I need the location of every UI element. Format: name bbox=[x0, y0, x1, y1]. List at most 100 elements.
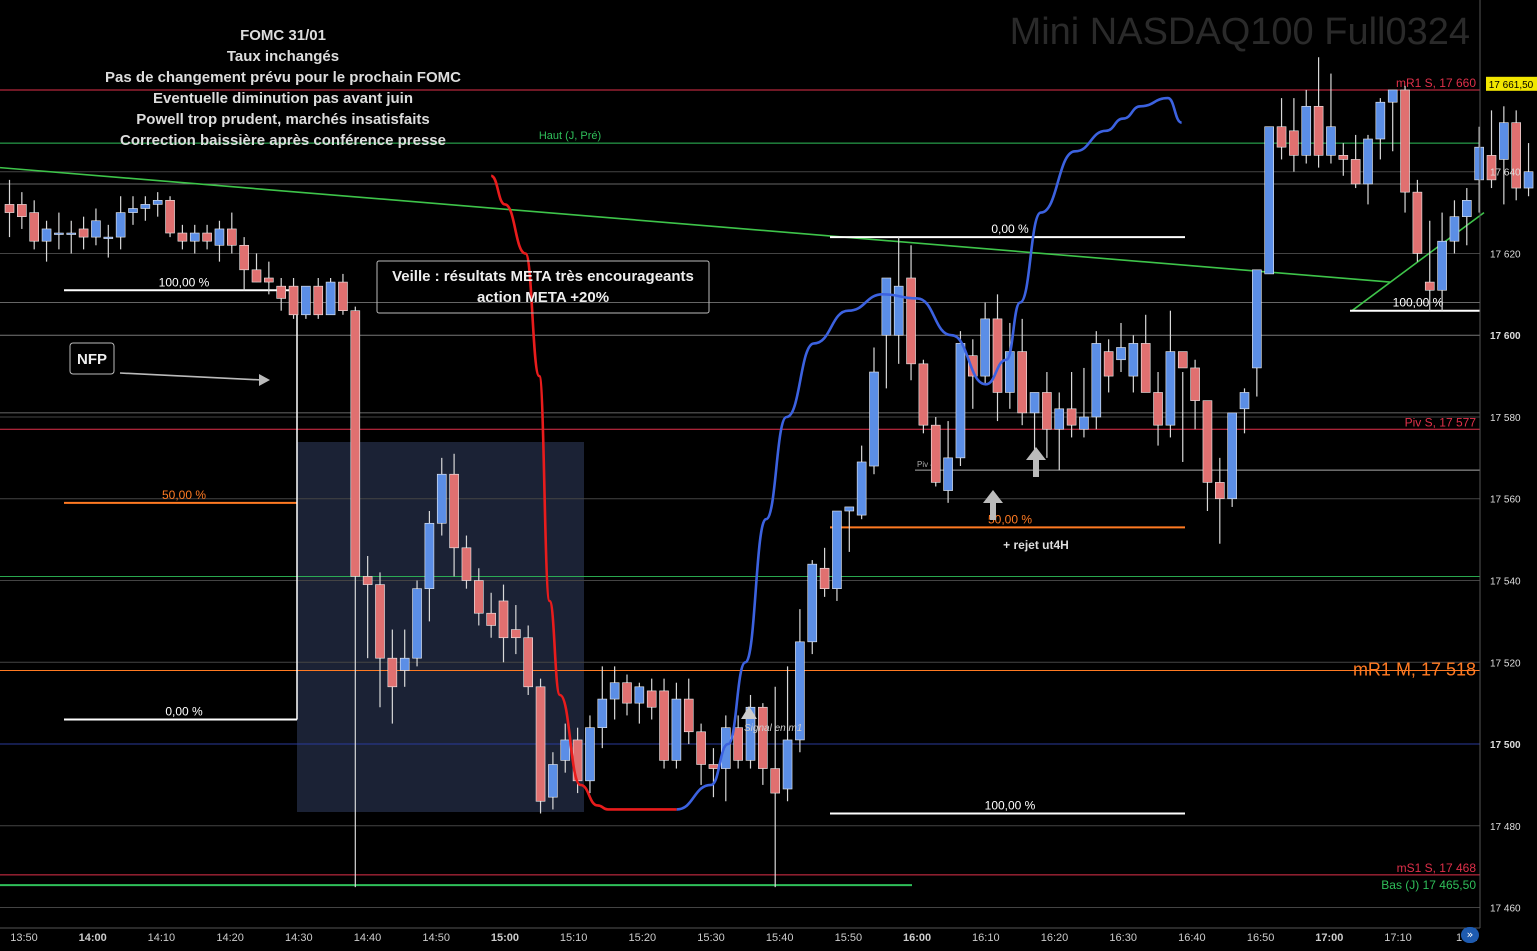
candle bbox=[301, 285, 311, 319]
x-tick-label: 15:50 bbox=[835, 932, 863, 944]
y-tick-label: 17 560 bbox=[1490, 495, 1521, 506]
level-basj-label: Bas (J) 17 465,50 bbox=[1381, 878, 1476, 892]
candle-body bbox=[1202, 400, 1213, 483]
candle-body bbox=[375, 584, 385, 659]
candle-body bbox=[1116, 347, 1126, 361]
candle-body bbox=[78, 228, 89, 238]
candle-body bbox=[1400, 89, 1410, 193]
candle-body bbox=[782, 739, 793, 790]
candle-body bbox=[362, 576, 373, 585]
candle-body bbox=[585, 727, 595, 782]
candle-body bbox=[881, 277, 892, 336]
candle-body bbox=[387, 657, 398, 688]
candle-body bbox=[288, 285, 299, 316]
candle-body bbox=[152, 200, 163, 205]
candle-body bbox=[832, 510, 842, 589]
candle-body bbox=[683, 698, 694, 733]
fib3-100-label: 100,00 % bbox=[1393, 296, 1444, 310]
candle-body bbox=[930, 424, 941, 483]
candle-body bbox=[770, 768, 781, 794]
fomc-annotation-line: FOMC 31/01 bbox=[240, 27, 326, 44]
fib1-0-label: 0,00 % bbox=[165, 705, 203, 719]
candle-body bbox=[856, 461, 867, 516]
candle-body bbox=[66, 232, 77, 235]
candle-body bbox=[301, 285, 311, 316]
x-tick-label: 15:40 bbox=[766, 932, 794, 944]
chart-svg[interactable]: Mini NASDAQ100 Full0324 mR1 S, 17 660 Hau… bbox=[0, 0, 1537, 946]
candle-body bbox=[115, 212, 126, 238]
x-tick-label: 14:30 bbox=[285, 932, 313, 944]
candle-body bbox=[869, 371, 879, 467]
candle-body bbox=[140, 204, 151, 209]
candle-body bbox=[449, 473, 459, 549]
x-tick-label: 13:50 bbox=[10, 932, 38, 944]
candle-body bbox=[1375, 101, 1386, 140]
candle-body bbox=[893, 285, 904, 336]
candle bbox=[1412, 179, 1423, 262]
candle-body bbox=[918, 363, 929, 426]
candle-body bbox=[1091, 343, 1102, 418]
fib2-100-label: 100,00 % bbox=[985, 799, 1036, 813]
candlestick-chart[interactable]: Mini NASDAQ100 Full0324 mR1 S, 17 660 Hau… bbox=[0, 0, 1537, 946]
candle-body bbox=[819, 567, 830, 589]
x-tick-label: 15:00 bbox=[491, 932, 519, 944]
veille-line: Veille : résultats META très encouragean… bbox=[392, 268, 694, 285]
candle-body bbox=[560, 739, 571, 761]
x-tick-label: 15:20 bbox=[629, 932, 657, 944]
x-tick-label: 16:30 bbox=[1109, 932, 1137, 944]
candle-body bbox=[1140, 343, 1151, 393]
candle bbox=[955, 331, 966, 467]
x-tick-label: 17:00 bbox=[1315, 932, 1343, 944]
candle-body bbox=[1313, 105, 1324, 156]
y-tick-label: 17 640 bbox=[1490, 168, 1521, 179]
candle-body bbox=[486, 612, 496, 626]
candle-body bbox=[103, 236, 114, 239]
candle-body bbox=[1412, 191, 1423, 254]
candle-body bbox=[1350, 159, 1361, 185]
candle-body bbox=[17, 204, 27, 217]
candle-body bbox=[1165, 351, 1176, 426]
candle-body bbox=[1326, 126, 1336, 156]
level-mr1s-label: mR1 S, 17 660 bbox=[1396, 76, 1476, 90]
candle-body bbox=[1190, 367, 1200, 401]
candle-body bbox=[992, 318, 1003, 393]
candle-body bbox=[1301, 105, 1312, 156]
candle-body bbox=[1387, 89, 1398, 103]
candle-body bbox=[1177, 351, 1188, 369]
candle-body bbox=[251, 269, 262, 283]
candle-body bbox=[1042, 392, 1052, 430]
candle-body bbox=[807, 563, 818, 643]
candle bbox=[535, 678, 546, 814]
x-tick-label: 15:30 bbox=[697, 932, 725, 944]
scroll-right-button[interactable]: » bbox=[1461, 927, 1479, 943]
y-tick-label: 17 540 bbox=[1490, 577, 1521, 588]
level-mr1m-label: mR1 M, 17 518 bbox=[1353, 659, 1476, 679]
y-tick-label: 17 520 bbox=[1490, 658, 1521, 669]
x-tick-label: 14:00 bbox=[79, 932, 107, 944]
x-tick-label: 16:10 bbox=[972, 932, 1000, 944]
x-tick-label: 16:20 bbox=[1041, 932, 1069, 944]
candle-body bbox=[1054, 408, 1065, 430]
candle-body bbox=[1424, 281, 1435, 291]
candle bbox=[832, 510, 842, 601]
candle-body bbox=[1239, 392, 1250, 410]
nfp-label: NFP bbox=[77, 351, 107, 368]
y-tick-label: 17 500 bbox=[1490, 740, 1521, 751]
candle-body bbox=[1153, 392, 1163, 426]
x-tick-label: 14:50 bbox=[422, 932, 450, 944]
candle-body bbox=[399, 657, 410, 671]
candle-body bbox=[436, 473, 447, 524]
fomc-annotation-line: Eventuelle diminution pas avant juin bbox=[153, 90, 413, 107]
candle bbox=[930, 416, 941, 487]
candle-body bbox=[943, 457, 953, 491]
candle-body bbox=[634, 686, 645, 704]
candle-body bbox=[1029, 392, 1040, 414]
candle-body bbox=[955, 343, 966, 459]
candle-body bbox=[214, 228, 225, 246]
rejet-label: + rejet ut4H bbox=[1003, 538, 1069, 552]
candle-body bbox=[1079, 416, 1089, 430]
x-tick-label: 14:40 bbox=[354, 932, 382, 944]
candle bbox=[165, 196, 175, 238]
y-tick-label: 17 480 bbox=[1490, 822, 1521, 833]
candle-body bbox=[1462, 200, 1472, 217]
